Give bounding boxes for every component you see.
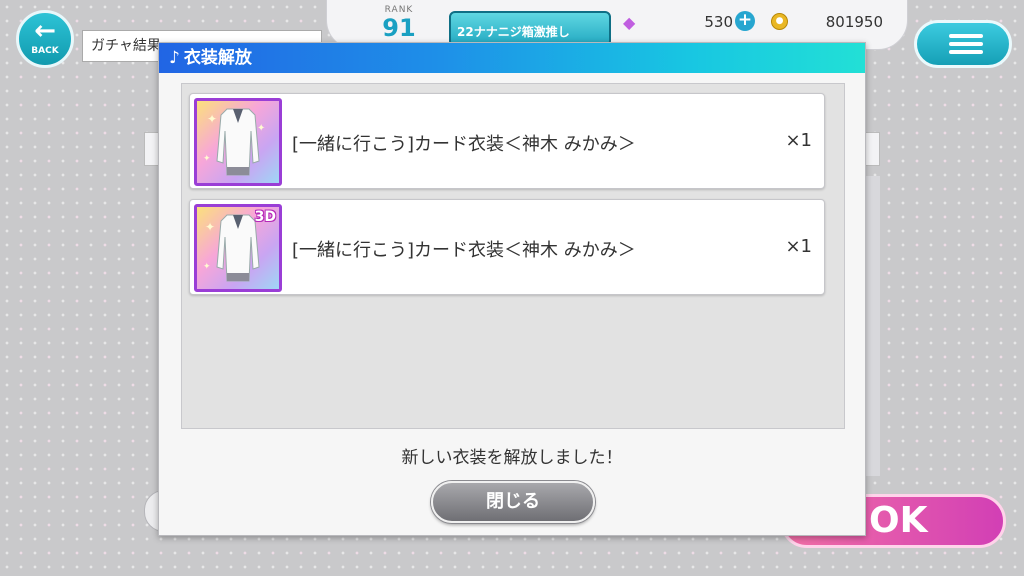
costume-thumbnail: ✦ ✦ 3D	[194, 204, 282, 292]
svg-text:✦: ✦	[257, 123, 265, 134]
item-name: [一緒に行こう]カード衣装＜神木 みかみ＞	[292, 134, 636, 155]
unlock-message: 新しい衣装を解放しました！	[401, 448, 623, 468]
dialog-header: ♪ 衣装解放	[159, 43, 865, 73]
plus-icon[interactable]: +	[735, 11, 755, 31]
rank-display: RANK 91	[359, 5, 439, 41]
coin-icon: ●	[771, 13, 788, 30]
svg-text:✦: ✦	[203, 262, 211, 272]
item-list: ✦ ✦ ✦ [一緒に行こう]カード衣装＜神木 みかみ＞ ×1 ✦ ✦ 3D [一…	[181, 83, 845, 429]
list-item: ✦ ✦ 3D [一緒に行こう]カード衣装＜神木 みかみ＞ ×1	[189, 199, 825, 295]
svg-text:✦: ✦	[205, 220, 215, 234]
close-button[interactable]: 閉じる	[431, 481, 595, 523]
item-quantity: ×1	[785, 236, 812, 257]
gem-icon: ◆	[623, 13, 636, 32]
arrow-left-icon: ←	[34, 16, 56, 46]
gem-count: 530	[704, 13, 733, 31]
svg-text:✦: ✦	[207, 112, 217, 126]
back-label: BACK	[31, 46, 59, 56]
svg-text:✦: ✦	[203, 154, 211, 164]
list-item: ✦ ✦ ✦ [一緒に行こう]カード衣装＜神木 みかみ＞ ×1	[189, 93, 825, 189]
back-button[interactable]: ← BACK	[16, 10, 74, 68]
coin-count: 801950	[825, 13, 883, 31]
rank-value: 91	[382, 14, 416, 42]
costume-unlock-dialog: ♪衣装解放 ✦ ✦ ✦ [一緒に行こう]カード衣装＜神木 みかみ＞ ×1 ✦	[158, 42, 866, 536]
costume-icon: ✦ ✦ ✦	[203, 108, 265, 176]
3d-badge: 3D	[254, 209, 276, 225]
item-quantity: ×1	[785, 130, 812, 151]
music-note-icon: ♪	[169, 48, 180, 68]
item-name: [一緒に行こう]カード衣装＜神木 みかみ＞	[292, 240, 636, 261]
hamburger-menu-icon[interactable]	[914, 20, 1012, 68]
dialog-title: 衣装解放	[183, 48, 252, 68]
costume-thumbnail: ✦ ✦ ✦	[194, 98, 282, 186]
